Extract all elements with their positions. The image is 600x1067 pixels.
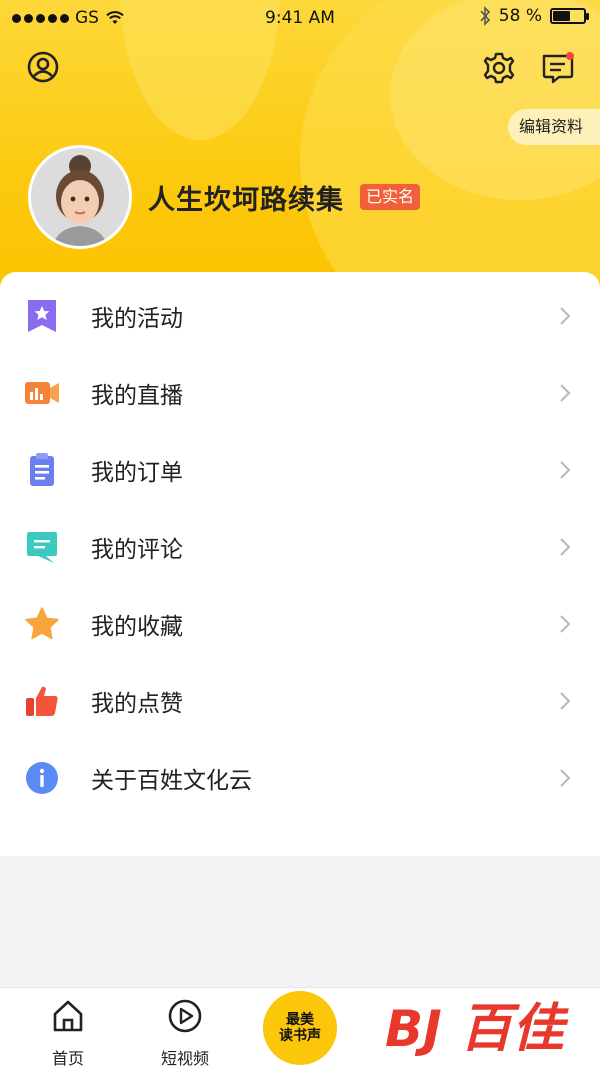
watermark-logo: BJ 百佳 <box>380 990 590 1060</box>
center-button-line1: 最美 <box>286 1012 314 1028</box>
bluetooth-icon <box>480 6 490 26</box>
chevron-right-icon <box>560 614 571 633</box>
order-clipboard-icon <box>30 452 54 486</box>
battery-level <box>553 11 570 21</box>
tab-label: 短视频 <box>160 1049 209 1067</box>
menu-item-label: 我的订单 <box>91 459 183 486</box>
menu-item-label: 我的收藏 <box>91 613 183 640</box>
menu-item-label: 关于百姓文化云 <box>91 767 252 794</box>
menu-item-about[interactable]: 关于百姓文化云 <box>0 739 600 816</box>
menu-item-comments[interactable]: 我的评论 <box>0 508 600 585</box>
menu-item-label: 我的评论 <box>91 536 183 563</box>
menu-item-activity[interactable]: 我的活动 <box>0 277 600 354</box>
activity-bookmark-icon <box>28 299 56 332</box>
edit-profile-button[interactable]: 编辑资料 <box>508 109 600 145</box>
star-icon <box>25 606 59 639</box>
menu-item-live[interactable]: 我的直播 <box>0 354 600 431</box>
battery-icon <box>550 8 589 24</box>
verified-badge: 已实名 <box>360 184 421 210</box>
chevron-right-icon <box>560 691 571 710</box>
tab-label: 首页 <box>51 1049 84 1067</box>
live-camera-icon <box>25 381 59 404</box>
home-icon <box>53 1000 83 1032</box>
tab-short-video[interactable]: 短视频 <box>135 988 235 1067</box>
comment-bubble-icon <box>27 531 57 563</box>
chevron-right-icon <box>560 306 571 325</box>
center-button-line2: 读书声 <box>279 1028 321 1044</box>
menu-list: 我的活动 我的直播 我的订单 我的评论 我的收藏 我的点赞 关于百姓文化云 <box>0 272 600 856</box>
menu-item-label: 我的活动 <box>91 305 183 332</box>
username: 人生坎坷路续集 <box>148 185 344 216</box>
battery-percent: 58 % <box>498 6 542 26</box>
chevron-right-icon <box>560 537 571 556</box>
chevron-right-icon <box>560 460 571 479</box>
gear-icon[interactable] <box>479 48 519 88</box>
svg-text:百佳: 百佳 <box>460 999 569 1059</box>
tab-home[interactable]: 首页 <box>18 988 118 1067</box>
chevron-right-icon <box>560 383 571 402</box>
svg-text:BJ: BJ <box>385 1000 442 1058</box>
menu-item-label: 我的直播 <box>91 382 183 409</box>
play-icon <box>168 999 202 1033</box>
menu-item-favorites[interactable]: 我的收藏 <box>0 585 600 662</box>
menu-item-likes[interactable]: 我的点赞 <box>0 662 600 739</box>
reading-voice-button[interactable]: 最美 读书声 <box>263 991 337 1065</box>
thumbs-up-icon <box>26 686 58 716</box>
avatar[interactable] <box>28 145 132 249</box>
status-bar: GS 9:41 AM 58 % <box>0 0 600 36</box>
user-circle-icon[interactable] <box>23 47 63 87</box>
chevron-right-icon <box>560 768 571 787</box>
menu-item-orders[interactable]: 我的订单 <box>0 431 600 508</box>
status-right: 58 % <box>479 6 589 26</box>
info-icon <box>26 761 58 794</box>
message-icon[interactable] <box>537 48 577 88</box>
menu-item-label: 我的点赞 <box>91 690 183 717</box>
